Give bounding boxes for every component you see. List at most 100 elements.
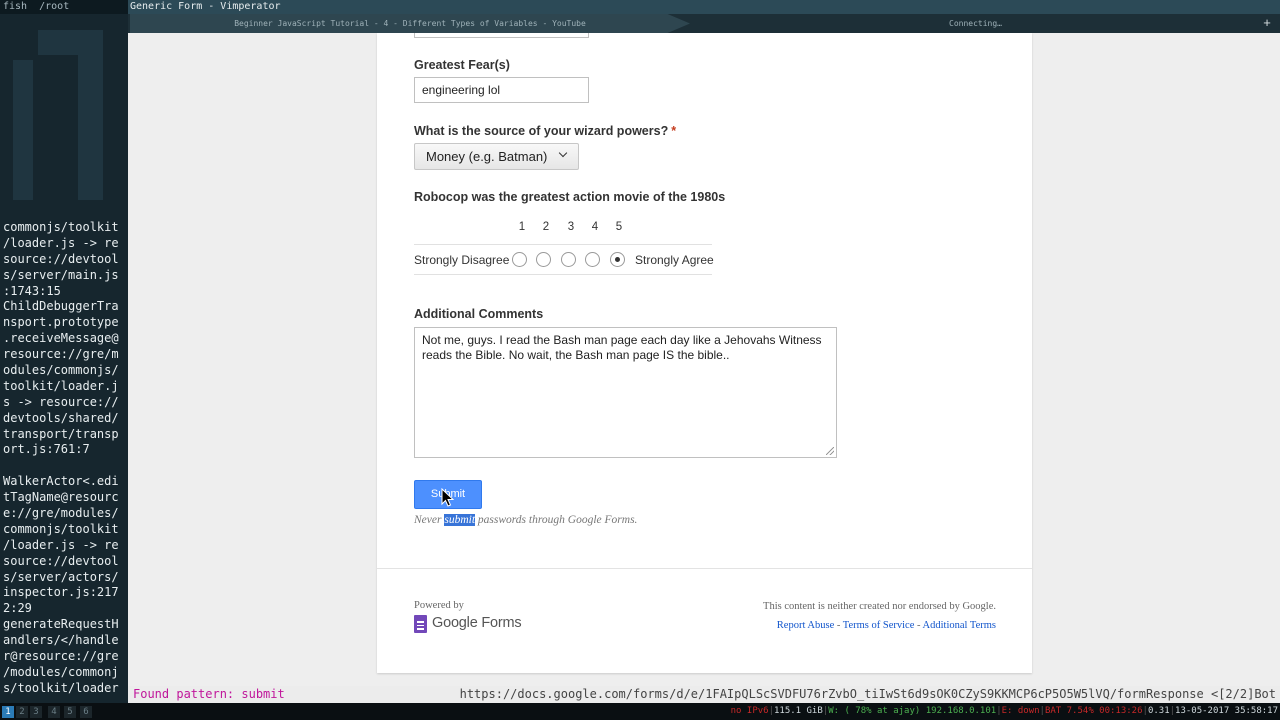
scale-radio-4[interactable] [585, 252, 600, 267]
terminal-line: s/server/actors/ [3, 569, 119, 584]
terminal-line: WalkerActor<.edi [3, 474, 119, 489]
workspace-3[interactable]: 3 [30, 706, 42, 718]
clock: 13-05-2017 35:58:17 [1175, 706, 1278, 716]
terminal-line: e://gre/modules/ [3, 506, 119, 521]
terminal-line: toolkit/loader.j [3, 378, 119, 393]
ethernet-status: E: down [1001, 706, 1040, 716]
status-position: <[2/2]Bot [1203, 687, 1276, 701]
tab-youtube[interactable]: Beginner JavaScript Tutorial - 4 - Diffe… [130, 14, 690, 33]
password-warning-prefix: Never [414, 514, 445, 526]
scale-number-1: 1 [518, 221, 526, 233]
tab-bar: Beginner JavaScript Tutorial - 4 - Diffe… [128, 14, 1280, 33]
wizard-selected-value: Money (e.g. Batman) [426, 149, 548, 164]
scale-radio-5[interactable] [610, 252, 625, 267]
password-warning-suffix: passwords through Google Forms. [475, 514, 638, 526]
terminal-line: ChildDebuggerTra [3, 299, 119, 314]
scale-divider-bottom [414, 274, 712, 275]
terminal-line: tTagName@resourc [3, 490, 119, 505]
page-content: Greatest Fear(s) engineering lol What is… [128, 33, 1280, 686]
scale-high-label: Strongly Agree [635, 253, 714, 267]
robocop-label: Robocop was the greatest action movie of… [414, 190, 726, 204]
new-tab-button[interactable]: + [1258, 14, 1276, 33]
google-disclaimer: This content is neither created nor endo… [763, 601, 996, 612]
vimperator-statusbar: Found pattern: submit https://docs.googl… [128, 686, 1280, 703]
required-asterisk: * [671, 124, 677, 138]
status-indicators: no IPv6|115.1 GiB|W: ( 78% at ajay) 192.… [730, 706, 1278, 716]
link-separator: - [914, 620, 923, 631]
wifi-status: W: ( 78% at ajay) 192.168.0.101 [828, 706, 997, 716]
terminal-wallpaper-logo [13, 30, 103, 200]
previous-field-input[interactable] [414, 33, 589, 38]
terms-of-service-link[interactable]: Terms of Service [843, 620, 915, 631]
terminal-line: s/toolkit/loader [3, 680, 119, 695]
scale-low-label: Strongly Disagree [414, 253, 510, 267]
footer-links: Report Abuse - Terms of Service - Additi… [777, 620, 996, 631]
window-title: Generic Form - Vimperator [128, 0, 1280, 14]
link-separator: - [834, 620, 843, 631]
disk-status: 115.1 GiB [774, 706, 823, 716]
terminal-line: transport/transp [3, 426, 119, 441]
mouse-cursor-icon [441, 488, 455, 507]
terminal-line: :1743:15 [3, 283, 61, 298]
report-abuse-link[interactable]: Report Abuse [777, 620, 834, 631]
scale-radio-3[interactable] [561, 252, 576, 267]
comments-textarea[interactable]: Not me, guys. I read the Bash man page e… [414, 327, 837, 458]
terminal-line: odules/commonjs/ [3, 363, 119, 378]
status-url: https://docs.google.com/forms/d/e/1FAIpQ… [459, 687, 1204, 701]
tab-connecting[interactable]: Connecting… [703, 14, 1248, 33]
terminal-line: source://devtool [3, 553, 119, 568]
system-panel: 1 2 3 4 5 6 no IPv6|115.1 GiB|W: ( 78% a… [0, 703, 1280, 720]
workspace-4[interactable]: 4 [48, 706, 60, 718]
terminal-line: ort.js:761:7 [3, 442, 90, 457]
google-forms-brand: Google Forms [432, 615, 522, 631]
terminal-line: /loader.js -> re [3, 537, 119, 552]
scale-divider-top [414, 244, 712, 245]
search-status: Found pattern: submit [133, 687, 285, 701]
wizard-label-text: What is the source of your wizard powers… [414, 124, 669, 138]
terminal-line: .receiveMessage@ [3, 331, 119, 346]
form-card: Greatest Fear(s) engineering lol What is… [377, 33, 1032, 673]
terminal-line: commonjs/toolkit [3, 220, 119, 234]
terminal-window[interactable]: fish /root commonjs/toolkit/loader.js ->… [0, 0, 128, 703]
wizard-source-select[interactable]: Money (e.g. Batman) [414, 143, 579, 170]
scale-number-5: 5 [615, 221, 623, 233]
workspace-2[interactable]: 2 [16, 706, 28, 718]
workspace-1[interactable]: 1 [2, 706, 14, 718]
terminal-line: inspector.js:217 [3, 585, 119, 600]
terminal-line: s -> resource:// [3, 394, 119, 409]
terminal-line: /loader.js -> re [3, 235, 119, 250]
password-warning: Never submit passwords through Google Fo… [414, 514, 637, 526]
terminal-title: fish /root [0, 0, 128, 14]
wizard-label: What is the source of your wizard powers… [414, 124, 676, 138]
workspace-5[interactable]: 5 [64, 706, 76, 718]
terminal-line: s/server/main.js [3, 267, 119, 282]
terminal-line: commonjs/toolkit [3, 521, 119, 536]
search-highlight: submit [444, 514, 476, 526]
terminal-line: 2:29 [3, 601, 32, 616]
comments-label: Additional Comments [414, 307, 544, 321]
scale-number-3: 3 [567, 221, 575, 233]
scale-radio-1[interactable] [512, 252, 527, 267]
terminal-line: source://devtool [3, 251, 119, 266]
workspace-6[interactable]: 6 [80, 706, 92, 718]
terminal-line: nsport.prototype [3, 315, 119, 330]
resize-grip-icon[interactable] [826, 447, 834, 455]
terminal-line: resource://gre/m [3, 347, 119, 362]
battery-status: BAT 7.54% 00:13:26 [1044, 706, 1143, 716]
additional-terms-link[interactable]: Additional Terms [923, 620, 996, 631]
scale-number-4: 4 [591, 221, 599, 233]
powered-by-label: Powered by [414, 600, 464, 611]
terminal-line: andlers/</handle [3, 633, 119, 648]
scale-number-2: 2 [542, 221, 550, 233]
terminal-output: commonjs/toolkit/loader.js -> re source:/… [3, 220, 127, 697]
ipv6-status: no IPv6 [730, 706, 769, 716]
scale-numbers: 1 2 3 4 5 [414, 221, 714, 237]
scale-radio-2[interactable] [536, 252, 551, 267]
terminal-line: /modules/commonj [3, 664, 119, 679]
fear-input[interactable]: engineering lol [414, 77, 589, 103]
terminal-line: generateRequestH [3, 617, 119, 632]
fear-label: Greatest Fear(s) [414, 58, 510, 72]
footer-divider [377, 568, 1032, 569]
forms-icon [414, 615, 427, 633]
